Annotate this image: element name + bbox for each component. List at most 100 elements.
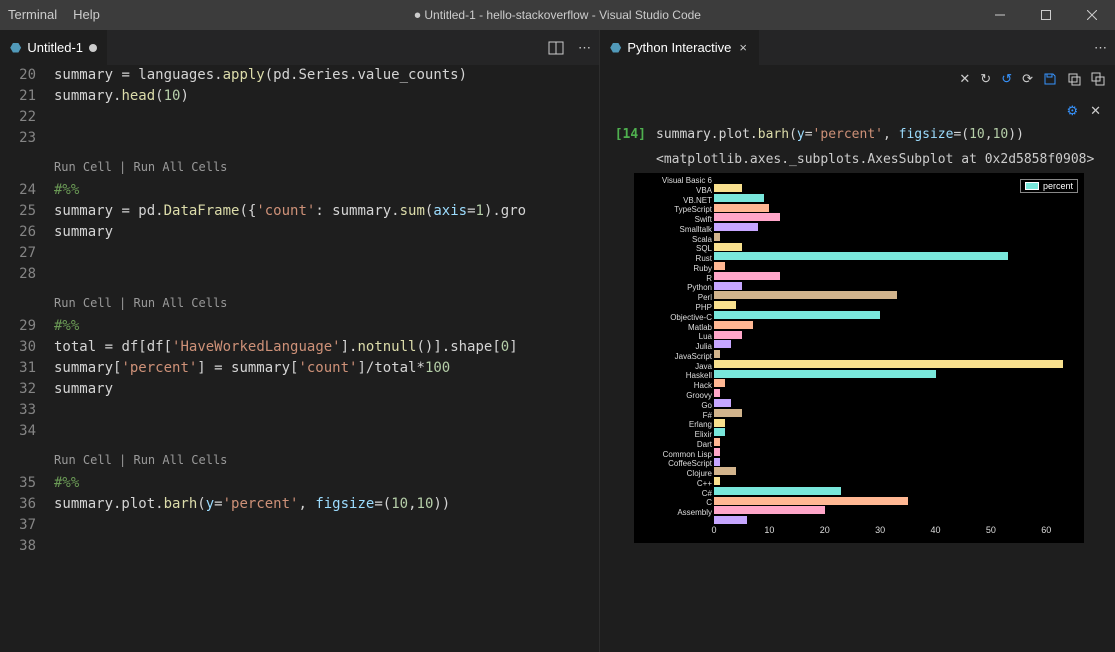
line-number: 23 <box>0 128 54 149</box>
line-number: 27 <box>0 243 54 264</box>
chart-bar <box>714 409 742 417</box>
interactive-toolbar: ✕ ↻ ↺ ⟳ <box>600 65 1115 93</box>
code-line[interactable]: 20summary = languages.apply(pd.Series.va… <box>0 65 599 86</box>
maximize-button[interactable] <box>1023 0 1069 30</box>
undo-icon[interactable]: ↺ <box>1001 71 1012 87</box>
chart-category-label: Java <box>637 362 712 372</box>
close-cell-icon[interactable]: ✕ <box>1090 103 1101 119</box>
chart-bar <box>714 204 769 212</box>
interactive-tab[interactable]: ⬣ Python Interactive × <box>600 30 759 65</box>
code-line[interactable]: 24#%% <box>0 180 599 201</box>
code-line[interactable]: 29#%% <box>0 316 599 337</box>
save-icon[interactable] <box>1043 72 1057 86</box>
chart-category-label: TypeScript <box>637 205 712 215</box>
chart-category-label: Common Lisp <box>637 450 712 460</box>
chart-bar <box>714 370 936 378</box>
code-line[interactable]: 36summary.plot.barh(y='percent', figsize… <box>0 494 599 515</box>
code-line[interactable]: 21summary.head(10) <box>0 86 599 107</box>
more-actions-icon[interactable]: ⋯ <box>578 40 591 56</box>
menu-help[interactable]: Help <box>65 0 108 30</box>
chart-category-label: C <box>637 498 712 508</box>
close-tab-icon[interactable]: × <box>737 40 749 55</box>
close-window-button[interactable] <box>1069 0 1115 30</box>
split-editor-icon[interactable] <box>548 40 564 56</box>
chart-bar <box>714 389 720 397</box>
code-line[interactable]: 28 <box>0 264 599 285</box>
chart-category-label: Go <box>637 401 712 411</box>
chart-bar <box>714 291 897 299</box>
editor-tabbar: ⬣ Untitled-1 ⋯ <box>0 30 599 65</box>
copy-icon[interactable] <box>1067 72 1081 86</box>
cell-prompt: [14] <box>610 127 646 142</box>
chart-bar <box>714 321 753 329</box>
code-line[interactable]: 34 <box>0 421 599 442</box>
interactive-body: ⚙ ✕ [14] summary.plot.barh(y='percent', … <box>600 93 1115 652</box>
chart-category-label: C++ <box>637 479 712 489</box>
tab-label: Python Interactive <box>627 40 731 55</box>
code-line[interactable]: 31summary['percent'] = summary['count']/… <box>0 358 599 379</box>
code-line[interactable]: 27 <box>0 243 599 264</box>
code-line[interactable]: 38 <box>0 536 599 557</box>
more-actions-icon[interactable]: ⋯ <box>1094 40 1107 56</box>
chart-bar <box>714 477 720 485</box>
chart-category-label: Groovy <box>637 391 712 401</box>
line-number: 31 <box>0 358 54 379</box>
chart-category-label: Haskell <box>637 371 712 381</box>
chart-category-label: Objective-C <box>637 313 712 323</box>
chart-category-label: Hack <box>637 381 712 391</box>
code-line[interactable]: 22 <box>0 107 599 128</box>
line-number: 30 <box>0 337 54 358</box>
code-line[interactable]: 37 <box>0 515 599 536</box>
chart-category-label: JavaScript <box>637 352 712 362</box>
chart-bar <box>714 497 908 505</box>
chart-bar <box>714 262 725 270</box>
cancel-icon[interactable]: ✕ <box>959 71 970 87</box>
cell-output-text: <matplotlib.axes._subplots.AxesSubplot a… <box>610 142 1105 173</box>
chart-category-label: Assembly <box>637 508 712 518</box>
code-lens[interactable]: Run Cell | Run All Cells <box>54 450 227 471</box>
chart-bar <box>714 487 841 495</box>
chart-category-label: Rust <box>637 254 712 264</box>
code-line[interactable]: 33 <box>0 400 599 421</box>
chart-bar <box>714 467 736 475</box>
chart-bar <box>714 194 764 202</box>
code-lens[interactable]: Run Cell | Run All Cells <box>54 293 227 314</box>
window-title: • Untitled-1 - hello-stackoverflow - Vis… <box>414 8 701 22</box>
code-line[interactable]: 23 <box>0 128 599 149</box>
chart-category-label: Erlang <box>637 420 712 430</box>
chart-category-label: Lua <box>637 332 712 342</box>
chart-bar <box>714 438 720 446</box>
chart-bar <box>714 458 720 466</box>
chart-bar <box>714 448 720 456</box>
code-line[interactable]: 35#%% <box>0 473 599 494</box>
minimize-button[interactable] <box>977 0 1023 30</box>
editor-tab-untitled[interactable]: ⬣ Untitled-1 <box>0 30 107 65</box>
code-lens[interactable]: Run Cell | Run All Cells <box>54 157 227 178</box>
restart-icon[interactable]: ⟳ <box>1022 71 1033 87</box>
chart-category-label: SQL <box>637 244 712 254</box>
settings-icon[interactable]: ⚙ <box>1066 103 1078 119</box>
expand-icon[interactable] <box>1091 72 1105 86</box>
code-line[interactable]: 32summary <box>0 379 599 400</box>
menu-terminal[interactable]: Terminal <box>0 0 65 30</box>
chart-category-label: Ruby <box>637 264 712 274</box>
chart-xtick: 0 <box>711 525 716 535</box>
titlebar: Terminal Help • Untitled-1 - hello-stack… <box>0 0 1115 30</box>
chart-category-label: R <box>637 274 712 284</box>
code-line[interactable]: 30total = df[df['HaveWorkedLanguage'].no… <box>0 337 599 358</box>
redo-icon[interactable]: ↻ <box>980 71 991 87</box>
chart-bar <box>714 516 747 524</box>
chart-bar <box>714 223 758 231</box>
line-number: 26 <box>0 222 54 243</box>
modified-dot-icon <box>89 44 97 52</box>
interactive-pane: ⬣ Python Interactive × ⋯ ✕ ↻ ↺ ⟳ ⚙ ✕ <box>600 30 1115 652</box>
tab-label: Untitled-1 <box>27 40 83 55</box>
code-line[interactable]: 26summary <box>0 222 599 243</box>
barh-chart: percent 0102030405060 Visual Basic 6VBAV… <box>634 173 1084 543</box>
chart-bar <box>714 243 742 251</box>
code-line[interactable]: 25summary = pd.DataFrame({'count': summa… <box>0 201 599 222</box>
chart-xtick: 50 <box>986 525 996 535</box>
code-editor[interactable]: 20summary = languages.apply(pd.Series.va… <box>0 65 599 652</box>
chart-xtick: 20 <box>820 525 830 535</box>
chart-category-label: Smalltalk <box>637 225 712 235</box>
